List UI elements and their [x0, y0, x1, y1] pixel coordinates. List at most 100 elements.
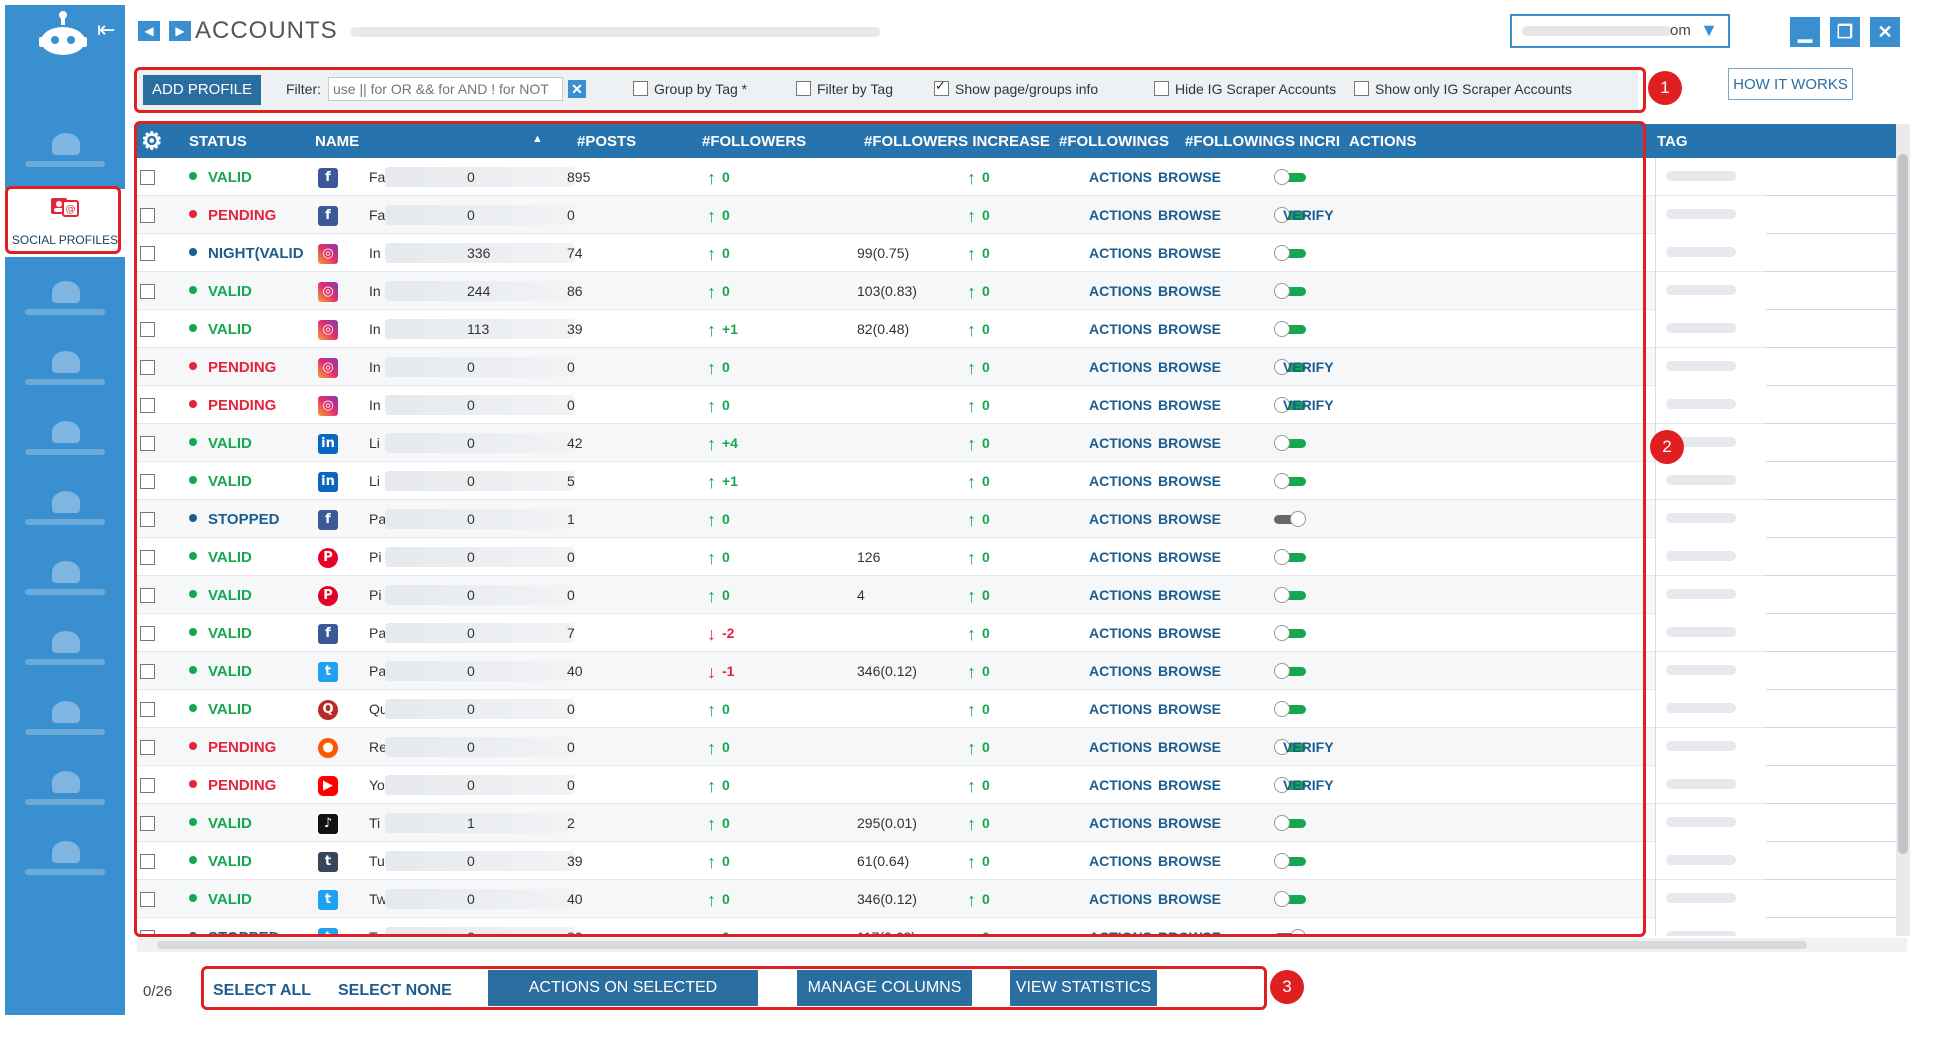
tag-cell[interactable] — [1655, 462, 1907, 500]
row-browse-link[interactable]: BROWSE — [1158, 701, 1221, 717]
table-row[interactable]: VALID f Pa 0 7 ↓ -2 ↑ 0 ACTIONS BROWSE — [137, 614, 1907, 652]
tag-cell[interactable] — [1655, 766, 1907, 804]
row-checkbox[interactable] — [140, 322, 155, 337]
tag-cell[interactable] — [1655, 880, 1907, 918]
row-actions-link[interactable]: ACTIONS — [1089, 169, 1152, 185]
enable-toggle[interactable] — [1274, 587, 1306, 603]
row-browse-link[interactable]: BROWSE — [1158, 891, 1221, 907]
column-name[interactable]: NAME — [315, 133, 359, 150]
column-tag[interactable]: TAG — [1657, 133, 1688, 150]
row-browse-link[interactable]: BROWSE — [1158, 283, 1221, 299]
column-posts[interactable]: #POSTS — [577, 133, 636, 150]
table-row[interactable]: PENDING ▶ Yo 0 0 ↑ 0 ↑ 0 ACTIONS BROWSE VERIFY — [137, 766, 1907, 804]
table-row[interactable]: VALID ◎ In 244 86 ↑ 0 103(0.83) ↑ 0 ACTIONS BROWSE — [137, 272, 1907, 310]
row-checkbox[interactable] — [140, 512, 155, 527]
row-verify-link[interactable]: VERIFY — [1283, 359, 1334, 375]
table-row[interactable]: STOPPEDtTw080↑0117(0.68)↑0ACTIONSBROWSE — [137, 918, 1907, 936]
row-checkbox[interactable] — [140, 740, 155, 755]
tag-cell[interactable] — [1655, 310, 1907, 348]
row-actions-link[interactable]: ACTIONS — [1089, 397, 1152, 413]
clear-filter-icon[interactable]: ✕ — [568, 80, 586, 98]
table-row[interactable]: NIGHT(VALID) ◎ In 336 74 ↑ 0 99(0.75) ↑ 0 ACTIONS B… — [137, 234, 1907, 272]
enable-toggle[interactable] — [1274, 435, 1306, 451]
row-checkbox[interactable] — [140, 398, 155, 413]
table-row[interactable]: VALID P Pi 0 0 ↑ 0 4 ↑ 0 ACTIONS BROWSE — [137, 576, 1907, 614]
select-all-button[interactable]: SELECT ALL — [213, 982, 311, 1000]
sidebar-item-2[interactable] — [5, 263, 125, 333]
row-actions-link[interactable]: ACTIONS — [1089, 245, 1152, 261]
row-checkbox[interactable] — [140, 474, 155, 489]
tag-cell[interactable] — [1655, 652, 1907, 690]
checkbox-box[interactable] — [934, 78, 949, 96]
table-row[interactable]: PENDING ● Re 0 0 ↑ 0 ↑ 0 ACTIONS BROWSE VERIFY — [137, 728, 1907, 766]
table-row[interactable]: VALID ♪ Ti 1 2 ↑ 0 295(0.01) ↑ 0 ACTIONS BROWSE — [137, 804, 1907, 842]
row-checkbox[interactable] — [140, 246, 155, 261]
row-browse-link[interactable]: BROWSE — [1158, 435, 1221, 451]
nav-back-button[interactable]: ◀ — [138, 21, 160, 41]
row-actions-link[interactable]: ACTIONS — [1089, 511, 1152, 527]
enable-toggle[interactable] — [1274, 473, 1306, 489]
tag-cell[interactable] — [1655, 538, 1907, 576]
row-actions-link[interactable]: ACTIONS — [1089, 321, 1152, 337]
view-statistics-button[interactable]: VIEW STATISTICS — [1010, 970, 1157, 1006]
sidebar-item-4[interactable] — [5, 403, 125, 473]
row-browse-link[interactable]: BROWSE — [1158, 815, 1221, 831]
checkbox-box[interactable] — [796, 81, 811, 96]
horizontal-scrollbar[interactable] — [137, 938, 1907, 952]
sidebar-item-6[interactable] — [5, 543, 125, 613]
row-checkbox[interactable] — [140, 550, 155, 565]
table-row[interactable]: PENDING ◎ In 0 0 ↑ 0 ↑ 0 ACTIONS BROWSE VERIFY — [137, 348, 1907, 386]
row-actions-link[interactable]: ACTIONS — [1089, 359, 1152, 375]
row-actions-link[interactable]: ACTIONS — [1089, 283, 1152, 299]
column-followers[interactable]: #FOLLOWERS — [702, 133, 806, 150]
account-selector[interactable]: om ▼ — [1510, 14, 1730, 48]
filter-by-tag-checkbox[interactable]: Filter by Tag — [796, 81, 893, 97]
enable-toggle[interactable] — [1274, 169, 1306, 185]
row-actions-link[interactable]: ACTIONS — [1089, 891, 1152, 907]
sidebar-item-5[interactable] — [5, 473, 125, 543]
row-checkbox[interactable] — [140, 436, 155, 451]
row-browse-link[interactable]: BROWSE — [1158, 245, 1221, 261]
row-browse-link[interactable]: BROWSE — [1158, 853, 1221, 869]
sidebar-item-social-profiles[interactable]: @ SOCIAL PROFILES — [5, 189, 125, 257]
row-browse-link[interactable]: BROWSE — [1158, 549, 1221, 565]
enable-toggle[interactable] — [1274, 321, 1306, 337]
show-page-groups-checkbox[interactable]: Show page/groups info — [934, 78, 1098, 97]
row-browse-link[interactable]: BROWSE — [1158, 739, 1221, 755]
vertical-scrollbar[interactable] — [1896, 124, 1910, 936]
enable-toggle[interactable] — [1274, 701, 1306, 717]
row-checkbox[interactable] — [140, 892, 155, 907]
tag-cell[interactable] — [1655, 196, 1907, 234]
row-actions-link[interactable]: ACTIONS — [1089, 663, 1152, 679]
tag-cell[interactable] — [1655, 272, 1907, 310]
row-checkbox[interactable] — [140, 664, 155, 679]
checkbox-box[interactable] — [1154, 81, 1169, 96]
add-profile-button[interactable]: ADD PROFILE — [143, 75, 261, 105]
column-followings-increase[interactable]: #FOLLOWINGS INCRI — [1185, 133, 1340, 150]
nav-forward-button[interactable]: ▶ — [169, 21, 191, 41]
row-checkbox[interactable] — [140, 930, 155, 936]
how-it-works-button[interactable]: HOW IT WORKS — [1728, 68, 1853, 100]
table-row[interactable]: VALID f Fa 0 895 ↑ 0 ↑ 0 ACTIONS BROWSE — [137, 158, 1907, 196]
tag-cell[interactable] — [1655, 728, 1907, 766]
column-status[interactable]: STATUS — [189, 133, 247, 150]
row-actions-link[interactable]: ACTIONS — [1089, 549, 1152, 565]
row-browse-link[interactable]: BROWSE — [1158, 207, 1221, 223]
tag-cell[interactable] — [1655, 348, 1907, 386]
table-row[interactable]: VALID Q Qu 0 0 ↑ 0 ↑ 0 ACTIONS BROWSE — [137, 690, 1907, 728]
row-actions-link[interactable]: ACTIONS — [1089, 435, 1152, 451]
row-actions-link[interactable]: ACTIONS — [1089, 473, 1152, 489]
close-button[interactable]: ✕ — [1870, 17, 1900, 47]
row-verify-link[interactable]: VERIFY — [1283, 739, 1334, 755]
enable-toggle[interactable] — [1274, 283, 1306, 299]
row-verify-link[interactable]: VERIFY — [1283, 207, 1334, 223]
table-row[interactable]: STOPPED f Pa 0 1 ↑ 0 ↑ 0 ACTIONS BROWSE — [137, 500, 1907, 538]
scrollbar-thumb[interactable] — [157, 941, 1807, 949]
row-actions-link[interactable]: ACTIONS — [1089, 929, 1152, 936]
row-actions-link[interactable]: ACTIONS — [1089, 853, 1152, 869]
sidebar-item-dashboard[interactable] — [5, 115, 125, 185]
column-followers-increase[interactable]: #FOLLOWERS INCREASE — [864, 133, 1050, 150]
row-checkbox[interactable] — [140, 702, 155, 717]
enable-toggle[interactable] — [1274, 511, 1306, 527]
enable-toggle[interactable] — [1274, 891, 1306, 907]
